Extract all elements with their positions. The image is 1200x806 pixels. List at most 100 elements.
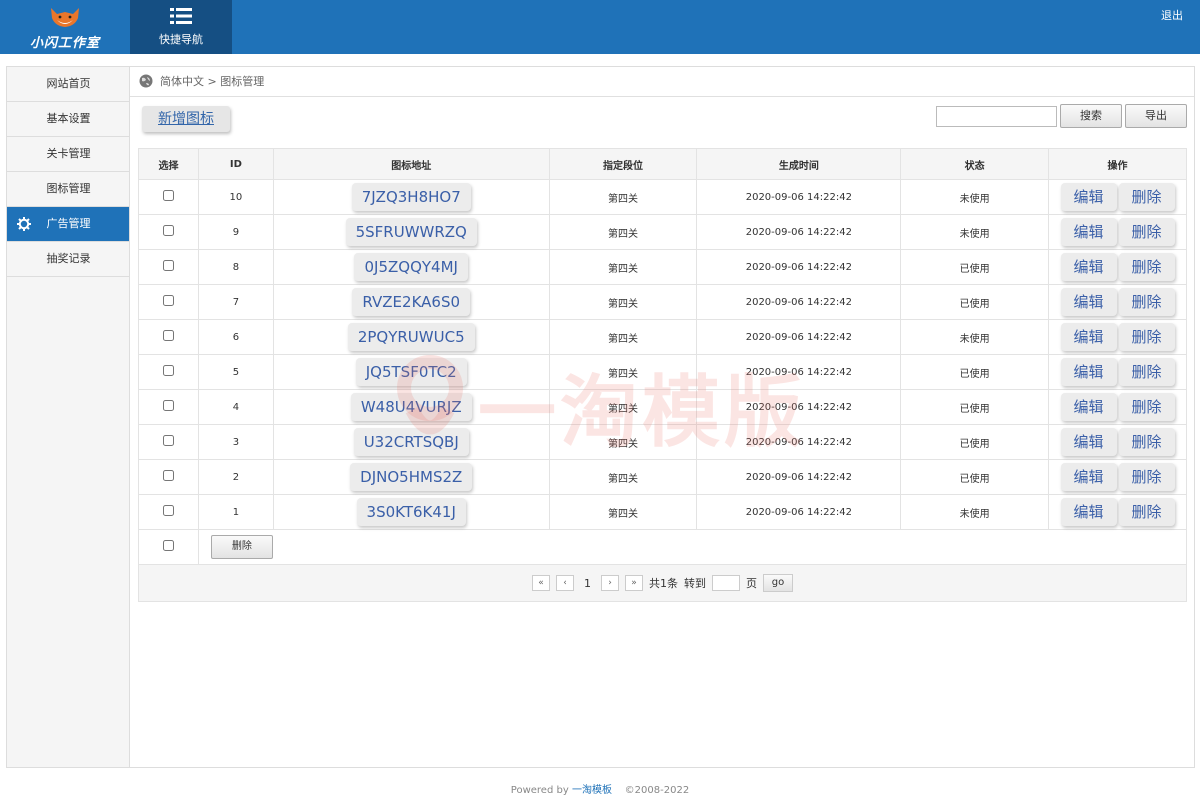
icon-address-link[interactable]: 7JZQ3H8HO7 — [351, 183, 471, 211]
powered-by-link[interactable]: 一淘模板 — [572, 785, 612, 796]
row-select-checkbox[interactable] — [162, 190, 174, 201]
delete-button[interactable]: 删除 — [1118, 463, 1175, 491]
cell-created-time: 2020-09-06 14:22:42 — [696, 319, 902, 355]
icon-address-link[interactable]: 5SFRUWWRZQ — [345, 218, 477, 246]
delete-button[interactable]: 删除 — [1118, 323, 1175, 351]
edit-button[interactable]: 编辑 — [1060, 253, 1117, 281]
delete-button[interactable]: 删除 — [1118, 428, 1175, 456]
sidebar-item-icons[interactable]: 图标管理 — [7, 172, 130, 207]
edit-button[interactable]: 编辑 — [1060, 393, 1117, 421]
breadcrumb-current: 图标管理 — [220, 75, 265, 88]
breadcrumb: 简体中文 > 图标管理 — [130, 67, 1194, 97]
list-icon — [170, 8, 192, 24]
icon-address-link[interactable]: W48U4VURJZ — [350, 393, 472, 421]
sidebar-item-home[interactable]: 网站首页 — [7, 67, 130, 102]
go-button[interactable]: go — [763, 574, 793, 592]
icon-address-link[interactable]: 0J5ZQQY4MJ — [354, 253, 468, 281]
row-select-checkbox[interactable] — [162, 435, 174, 446]
row-select-checkbox[interactable] — [162, 225, 174, 236]
row-select-checkbox[interactable] — [162, 505, 174, 516]
cell-status: 已使用 — [900, 354, 1050, 390]
edit-button[interactable]: 编辑 — [1060, 218, 1117, 246]
delete-button[interactable]: 删除 — [1118, 218, 1175, 246]
icon-address-link[interactable]: 2PQYRUWUC5 — [347, 323, 475, 351]
search-input[interactable] — [936, 106, 1057, 127]
powered-by-text: Powered by — [510, 785, 569, 796]
sidebar-item-label: 基本设置 — [46, 112, 91, 125]
cell-created-time: 2020-09-06 14:22:42 — [696, 179, 902, 215]
edit-button[interactable]: 编辑 — [1060, 288, 1117, 316]
row-select-checkbox[interactable] — [162, 400, 174, 411]
table-row: 2 DJNO5HMS2Z 第四关 2020-09-06 14:22:42 已使用 编辑 删除 — [138, 459, 1187, 495]
delete-button[interactable]: 删除 — [1118, 288, 1175, 316]
goto-page-input[interactable] — [712, 575, 740, 591]
top-header: 小闪工作室 快捷导航 退出 — [0, 0, 1200, 54]
cell-id: 10 — [197, 179, 274, 215]
table-row: 9 5SFRUWWRZQ 第四关 2020-09-06 14:22:42 未使用 编辑 删除 — [138, 214, 1187, 250]
cell-status: 未使用 — [900, 319, 1050, 355]
delete-button[interactable]: 删除 — [1118, 253, 1175, 281]
logout-link[interactable]: 退出 — [1161, 7, 1183, 23]
col-header-level: 指定段位 — [548, 148, 698, 180]
cell-status: 已使用 — [900, 459, 1050, 495]
icon-address-link[interactable]: DJNO5HMS2Z — [350, 463, 473, 491]
sidebar: 网站首页 基本设置 关卡管理 图标管理 广告管理 抽奖记录 — [6, 66, 130, 768]
cell-id: 5 — [197, 354, 274, 390]
delete-button[interactable]: 删除 — [1118, 498, 1175, 526]
prev-page-button[interactable]: ‹ — [556, 575, 574, 591]
edit-button[interactable]: 编辑 — [1060, 428, 1117, 456]
logo[interactable]: 小闪工作室 — [0, 0, 130, 54]
breadcrumb-lang[interactable]: 简体中文 — [160, 75, 204, 88]
quick-nav-button[interactable]: 快捷导航 — [130, 0, 232, 54]
cell-id: 2 — [197, 459, 274, 495]
cell-id: 6 — [197, 319, 274, 355]
export-button[interactable]: 导出 — [1125, 104, 1187, 128]
table-row: 1 3S0KT6K41J 第四关 2020-09-06 14:22:42 未使用 编辑 删除 — [138, 494, 1187, 530]
row-select-checkbox[interactable] — [162, 470, 174, 481]
current-page[interactable]: 1 — [580, 577, 595, 590]
edit-button[interactable]: 编辑 — [1060, 323, 1117, 351]
table-row: 7 RVZE2KA6S0 第四关 2020-09-06 14:22:42 已使用 编辑 删除 — [138, 284, 1187, 320]
select-all-checkbox[interactable] — [162, 540, 174, 551]
search-button[interactable]: 搜索 — [1060, 104, 1122, 128]
goto-label: 转到 — [684, 577, 706, 590]
sidebar-item-levels[interactable]: 关卡管理 — [7, 137, 130, 172]
icon-address-link[interactable]: U32CRTSQBJ — [353, 428, 469, 456]
table-row: 8 0J5ZQQY4MJ 第四关 2020-09-06 14:22:42 已使用 编辑 删除 — [138, 249, 1187, 285]
next-page-button[interactable]: › — [601, 575, 619, 591]
delete-button[interactable]: 删除 — [1118, 358, 1175, 386]
gear-icon — [17, 217, 31, 231]
edit-button[interactable]: 编辑 — [1060, 358, 1117, 386]
edit-button[interactable]: 编辑 — [1060, 498, 1117, 526]
first-page-button[interactable]: « — [532, 575, 550, 591]
delete-button[interactable]: 删除 — [1118, 393, 1175, 421]
sidebar-item-basic-settings[interactable]: 基本设置 — [7, 102, 130, 137]
page-unit: 页 — [746, 577, 757, 590]
cell-level: 第四关 — [548, 284, 698, 320]
cell-id: 4 — [197, 389, 274, 425]
last-page-button[interactable]: » — [625, 575, 643, 591]
row-select-checkbox[interactable] — [162, 330, 174, 341]
delete-button[interactable]: 删除 — [1118, 183, 1175, 211]
icon-address-link[interactable]: RVZE2KA6S0 — [352, 288, 471, 316]
add-icon-button[interactable]: 新增图标 — [142, 106, 230, 132]
bulk-delete-button[interactable]: 删除 — [210, 535, 273, 559]
row-select-checkbox[interactable] — [162, 365, 174, 376]
pager-row: « ‹ 1 › » 共1条 转到 页 go — [138, 564, 1187, 602]
table-row: 10 7JZQ3H8HO7 第四关 2020-09-06 14:22:42 未使用 编辑删… — [138, 179, 1187, 215]
cell-status: 未使用 — [900, 179, 1050, 215]
edit-button[interactable]: 编辑 — [1060, 463, 1117, 491]
col-header-created-time: 生成时间 — [696, 148, 902, 180]
cell-level: 第四关 — [548, 494, 698, 530]
row-select-checkbox[interactable] — [162, 295, 174, 306]
sidebar-item-label: 关卡管理 — [46, 147, 91, 160]
sidebar-item-lottery-records[interactable]: 抽奖记录 — [7, 242, 130, 277]
edit-button[interactable]: 编辑 — [1060, 183, 1117, 211]
cell-level: 第四关 — [548, 389, 698, 425]
sidebar-item-ads[interactable]: 广告管理 — [7, 207, 130, 242]
row-select-checkbox[interactable] — [162, 260, 174, 271]
cell-status: 未使用 — [900, 214, 1050, 250]
icon-address-link[interactable]: JQ5TSF0TC2 — [355, 358, 467, 386]
bulk-action-row: 删除 — [138, 529, 1188, 565]
icon-address-link[interactable]: 3S0KT6K41J — [356, 498, 466, 526]
